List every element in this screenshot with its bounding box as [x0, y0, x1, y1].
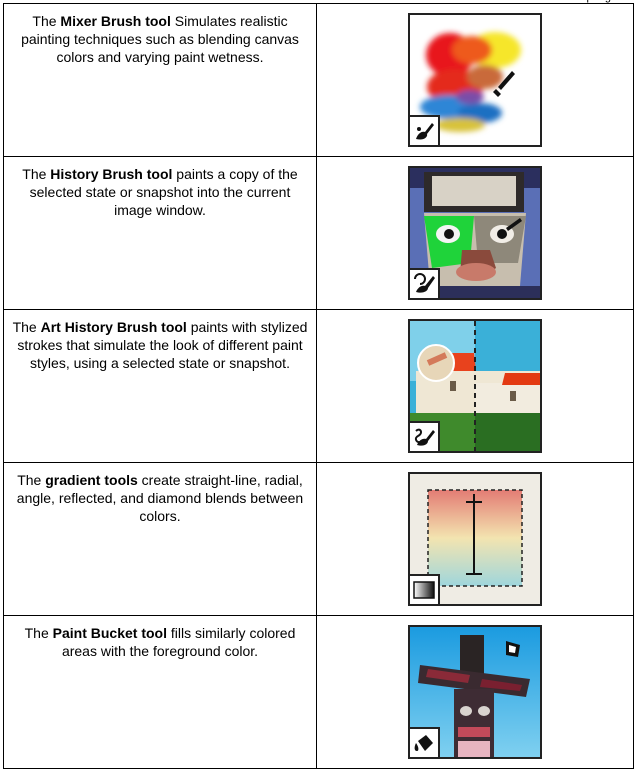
gradient-example-image: [408, 472, 542, 606]
document-page: spring The Mixer Brush tool Simulates re…: [0, 0, 634, 775]
gradient-icon: [410, 574, 440, 604]
tool-name: Art History Brush tool: [40, 319, 187, 335]
tool-description: The Paint Bucket tool fills similarly co…: [10, 624, 310, 660]
description-cell: The gradient tools create straight-line,…: [3, 462, 317, 616]
table-row: The gradient tools create straight-line,…: [3, 462, 634, 616]
tool-name: gradient tools: [45, 472, 138, 488]
paint-bucket-example-image: [408, 625, 542, 759]
history-brush-example-image: [408, 166, 542, 300]
mixer-brush-example-image: [408, 13, 542, 147]
tools-table: The Mixer Brush tool Simulates realistic…: [3, 3, 634, 769]
desc-pre: The: [32, 13, 61, 29]
image-cell: [316, 462, 634, 616]
description-cell: The History Brush tool paints a copy of …: [3, 156, 317, 310]
image-cell: [316, 309, 634, 463]
tool-description: The gradient tools create straight-line,…: [10, 471, 310, 525]
art-history-brush-icon: [410, 421, 440, 451]
history-brush-icon: [410, 268, 440, 298]
paint-bucket-icon: [410, 727, 440, 757]
tool-name: Paint Bucket tool: [52, 625, 167, 641]
description-cell: The Paint Bucket tool fills similarly co…: [3, 615, 317, 769]
mixer-brush-icon: [410, 115, 440, 145]
desc-pre: The: [17, 472, 46, 488]
art-history-brush-example-image: [408, 319, 542, 453]
image-cell: [316, 3, 634, 157]
description-cell: The Art History Brush tool paints with s…: [3, 309, 317, 463]
table-row: The Paint Bucket tool fills similarly co…: [3, 615, 634, 769]
description-cell: The Mixer Brush tool Simulates realistic…: [3, 3, 317, 157]
desc-pre: The: [22, 166, 51, 182]
tool-description: The Mixer Brush tool Simulates realistic…: [10, 12, 310, 66]
desc-pre: The: [12, 319, 41, 335]
table-row: The Art History Brush tool paints with s…: [3, 309, 634, 463]
tool-name: History Brush tool: [50, 166, 173, 182]
tool-name: Mixer Brush tool: [60, 13, 171, 29]
table-row: The Mixer Brush tool Simulates realistic…: [3, 3, 634, 157]
image-cell: [316, 156, 634, 310]
tool-description: The Art History Brush tool paints with s…: [10, 318, 310, 372]
table-row: The History Brush tool paints a copy of …: [3, 156, 634, 310]
desc-pre: The: [24, 625, 53, 641]
tool-description: The History Brush tool paints a copy of …: [10, 165, 310, 219]
image-cell: [316, 615, 634, 769]
